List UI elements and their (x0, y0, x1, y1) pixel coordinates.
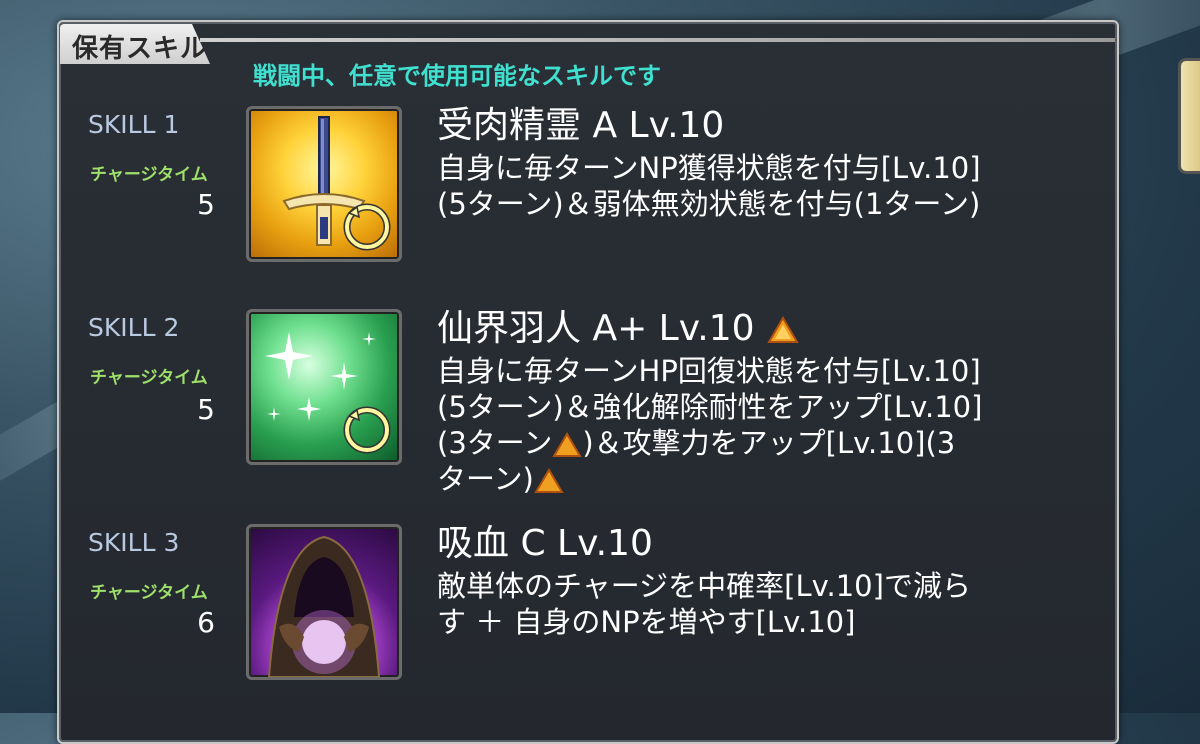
skill-1-number: SKILL 1 (88, 110, 180, 139)
skill-1-charge-label: チャージタイム (90, 165, 208, 185)
skill-3-desc-line-2: す ＋ 自身のNPを増やす[Lv.10] (437, 605, 856, 639)
skill-2-name: 仙界羽人 A+ Lv.10 (437, 299, 800, 351)
skill-3-number: SKILL 3 (88, 528, 180, 557)
skill-2-desc-line-1: 自身に毎ターンHP回復状態を付与[Lv.10] (437, 354, 981, 388)
header-divider (200, 38, 1115, 42)
sword-icon (282, 116, 391, 251)
skill-1-name: 受肉精霊 A Lv.10 (437, 105, 725, 146)
skill-3-name: 吸血 C Lv.10 (437, 523, 653, 564)
skill-2-desc-line-3b: )＆攻撃力をアップ[Lv.10](3 (582, 426, 956, 460)
upgrade-triangle-icon (534, 468, 564, 493)
skill-1-icon[interactable] (246, 106, 402, 262)
skill-3-icon[interactable] (246, 524, 402, 680)
panel-title: 保有スキル (72, 34, 208, 64)
skill-2-desc-line-4: ターン) (437, 461, 564, 497)
skill-3-charge-value: 6 (197, 606, 215, 639)
vampire-hood-icon (267, 535, 381, 677)
skill-1-charge-value: 5 (197, 188, 215, 221)
skill-1-desc-line-1: 自身に毎ターンNP獲得状態を付与[Lv.10] (437, 151, 981, 185)
skill-2-desc-line-3a: (3ターン (437, 426, 553, 460)
skill-3-charge-label: チャージタイム (90, 583, 208, 603)
sparkle-icon (265, 332, 391, 454)
skill-2-desc-line-2: (5ターン)＆強化解除耐性をアップ[Lv.10] (437, 390, 983, 424)
upgrade-triangle-icon (767, 316, 799, 343)
skill-2-number: SKILL 2 (88, 313, 180, 342)
skill-2-desc-line-3: (3ターン )＆攻撃力をアップ[Lv.10](3 (437, 425, 955, 461)
skill-2-charge-value: 5 (197, 393, 215, 426)
panel-subtitle: 戦闘中、任意で使用可能なスキルです (253, 62, 661, 90)
skill-3-desc-line-1: 敵単体のチャージを中確率[Lv.10]で減ら (437, 569, 971, 603)
skill-2-name-text: 仙界羽人 A+ Lv.10 (437, 308, 755, 349)
skill-2-icon[interactable] (246, 309, 402, 465)
skill-2-charge-label: チャージタイム (90, 368, 208, 388)
upgrade-triangle-icon (552, 432, 583, 457)
side-scroll-tab[interactable] (1178, 58, 1200, 174)
skill-2-desc-line-4a: ターン) (437, 462, 534, 496)
skill-1-desc-line-2: (5ターン)＆弱体無効状態を付与(1ターン) (437, 187, 981, 221)
